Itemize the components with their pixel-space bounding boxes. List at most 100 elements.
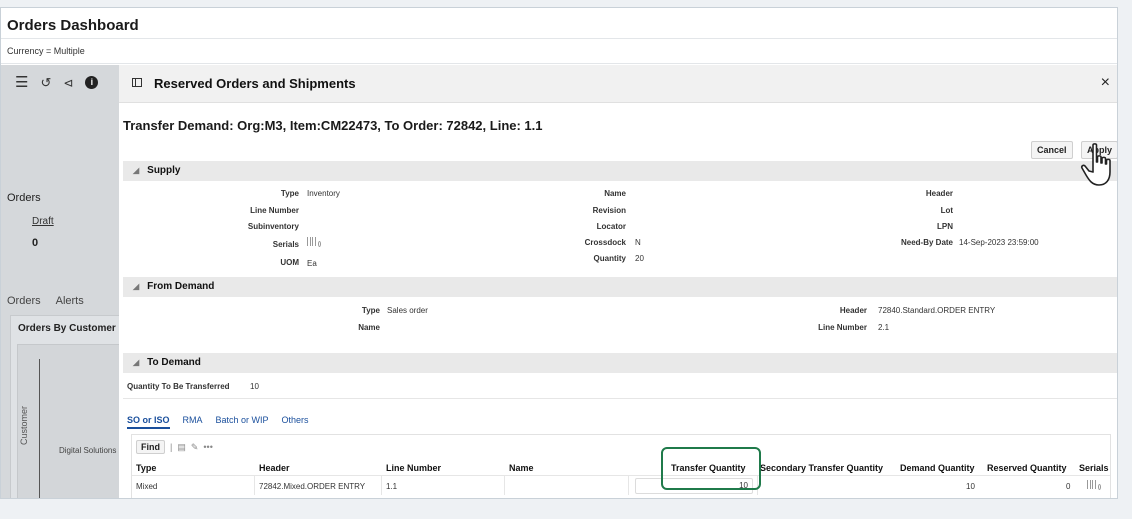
cell-border: [254, 475, 255, 495]
supply-uom-label: UOM: [280, 258, 299, 267]
reserved-orders-dialog: Reserved Orders and Shipments × Transfer…: [119, 65, 1117, 498]
collapse-icon: ◢: [133, 358, 140, 367]
cell-demand-quantity: 10: [966, 482, 975, 491]
supply-type-value: Inventory: [307, 189, 340, 198]
row-divider: [132, 475, 1110, 476]
draft-link[interactable]: Draft: [32, 216, 54, 227]
row-serials-icon[interactable]: [1087, 480, 1101, 491]
from-header-value: 72840.Standard.ORDER ENTRY: [878, 306, 996, 315]
edit-icon[interactable]: ✎: [191, 442, 199, 453]
from-demand-section-header[interactable]: ◢ From Demand: [123, 277, 1117, 297]
supply-quantity-value: 20: [635, 254, 644, 263]
chart-area: Customer Digital Solutions: [17, 344, 126, 498]
to-demand-section-header[interactable]: ◢ To Demand: [123, 353, 1117, 373]
tab-orders[interactable]: Orders: [7, 295, 41, 307]
col-name: Name: [509, 463, 534, 473]
card-title: Orders By Customer: [18, 323, 116, 334]
tab-alerts[interactable]: Alerts: [56, 295, 84, 307]
from-type-value: Sales order: [387, 306, 428, 315]
cell-border: [504, 475, 505, 495]
supply-crossdock-value: N: [635, 238, 641, 247]
col-secondary-transfer-quantity: Secondary Transfer Quantity: [760, 463, 884, 473]
supply-section-header[interactable]: ◢ Supply: [123, 161, 1117, 181]
supply-need-by-value: 14-Sep-2023 23:59:00: [959, 238, 1039, 247]
transfer-title: Transfer Demand: Org:M3, Item:CM22473, T…: [123, 118, 543, 133]
dashboard-background-panel: ☰ ↺ ⊲ i Orders Draft 0 Orders Alerts Ord…: [1, 65, 126, 498]
axis-label: Customer: [19, 405, 29, 445]
tab-others[interactable]: Others: [282, 415, 309, 429]
left-tabs: Orders Alerts: [7, 295, 84, 307]
find-button[interactable]: Find: [136, 440, 165, 454]
from-name-label: Name: [358, 323, 380, 332]
tab-so-or-iso[interactable]: SO or ISO: [127, 415, 170, 429]
from-header-label: Header: [839, 306, 867, 315]
columns-icon[interactable]: ▤: [177, 442, 186, 453]
supply-name-label: Name: [604, 189, 626, 198]
page-title: Orders Dashboard: [7, 17, 139, 34]
axis-line: [39, 359, 40, 498]
dialog-header: Reserved Orders and Shipments ×: [119, 65, 1117, 103]
supply-lot-label: Lot: [940, 206, 953, 215]
supply-heading: Supply: [147, 165, 181, 176]
divider: [1, 38, 1117, 39]
supply-quantity-label: Quantity: [593, 254, 626, 263]
info-icon[interactable]: i: [85, 76, 99, 89]
demand-tabs: SO or ISO RMA Batch or WIP Others: [127, 415, 309, 429]
col-type: Type: [136, 463, 157, 473]
orders-heading: Orders: [7, 192, 41, 204]
collapse-icon: ◢: [133, 166, 140, 175]
more-icon[interactable]: •••: [203, 442, 212, 452]
col-reserved-quantity: Reserved Quantity: [987, 463, 1067, 473]
to-demand-heading: To Demand: [147, 357, 201, 368]
from-type-label: Type: [361, 306, 380, 315]
draft-count: 0: [32, 237, 39, 249]
col-demand-quantity: Demand Quantity: [900, 463, 975, 473]
tab-batch-or-wip[interactable]: Batch or WIP: [216, 415, 269, 429]
supply-serials-label: Serials: [272, 240, 299, 249]
supply-header-label: Header: [925, 189, 953, 198]
supply-crossdock-label: Crossdock: [584, 238, 626, 247]
cell-header: 72842.Mixed.ORDER ENTRY: [259, 482, 366, 491]
supply-revision-label: Revision: [592, 206, 626, 215]
cell-reserved-quantity: 0: [1066, 482, 1071, 491]
to-demand-table: Find | ▤ ✎ ••• Type Header Line Number N…: [131, 434, 1111, 498]
supply-lpn-label: LPN: [937, 222, 953, 231]
cell-type: Mixed: [136, 482, 158, 491]
supply-uom-value: Ea: [307, 259, 317, 268]
cancel-button[interactable]: Cancel: [1031, 141, 1073, 159]
panel-icon: [132, 78, 142, 87]
qty-to-transfer-label: Quantity To Be Transferred: [127, 382, 230, 391]
from-line-number-label: Line Number: [818, 323, 867, 332]
col-header: Header: [259, 463, 290, 473]
supply-subinventory-label: Subinventory: [247, 222, 299, 231]
dialog-title: Reserved Orders and Shipments: [154, 76, 356, 91]
separator: |: [170, 442, 173, 452]
table-toolbar: Find | ▤ ✎ •••: [136, 440, 213, 454]
close-icon[interactable]: ×: [1101, 74, 1110, 92]
tab-rma[interactable]: RMA: [183, 415, 203, 429]
transfer-quantity-highlight: [661, 447, 761, 490]
from-demand-heading: From Demand: [147, 281, 215, 292]
app-frame: Orders Dashboard Currency = Multiple ☰ ↺…: [0, 7, 1118, 499]
share-icon[interactable]: ⊲: [63, 77, 73, 89]
col-line-number: Line Number: [386, 463, 442, 473]
from-line-number-value: 2.1: [878, 323, 890, 332]
col-serials: Serials: [1079, 463, 1109, 473]
serials-barcode-icon[interactable]: [307, 237, 321, 248]
category-label: Digital Solutions: [59, 446, 117, 455]
menu-icon[interactable]: ☰: [15, 75, 28, 90]
undo-icon[interactable]: ↺: [40, 76, 51, 89]
supply-line-number-label: Line Number: [250, 206, 299, 215]
supply-locator-label: Locator: [596, 222, 626, 231]
divider: [123, 398, 1117, 399]
cell-border: [381, 475, 382, 495]
divider: [1, 63, 1117, 64]
orders-by-customer-card: Orders By Customer Customer Digital Solu…: [10, 315, 126, 498]
supply-need-by-label: Need-By Date: [900, 238, 953, 247]
cell-line-number: 1.1: [386, 482, 398, 491]
cell-border: [628, 475, 629, 495]
collapse-icon: ◢: [133, 282, 140, 291]
hand-cursor-icon: [1080, 143, 1111, 186]
currency-filter[interactable]: Currency = Multiple: [7, 46, 85, 56]
qty-to-transfer-value: 10: [250, 382, 259, 391]
